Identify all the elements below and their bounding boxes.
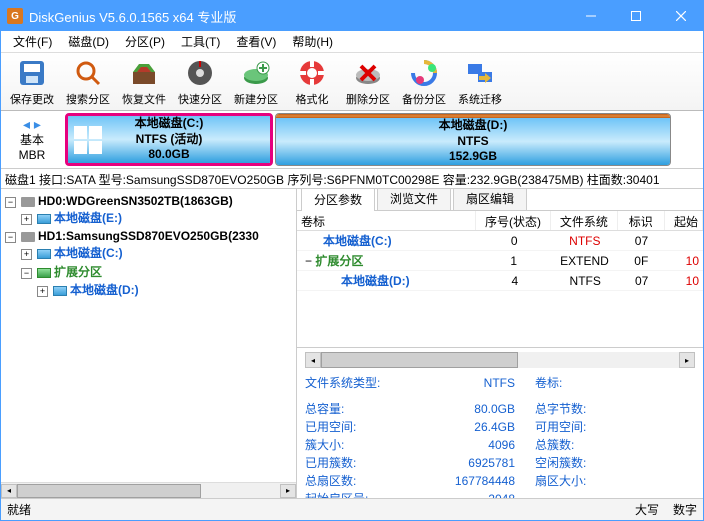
menubar: 文件(F) 磁盘(D) 分区(P) 工具(T) 查看(V) 帮助(H)	[1, 31, 703, 53]
partition-box[interactable]: 本地磁盘(D:)NTFS152.9GB	[275, 113, 671, 166]
disk-nav: ◂ ▸ 基本MBR	[1, 111, 63, 168]
collapse-icon[interactable]: −	[5, 197, 16, 208]
tree-hd0[interactable]: −HD0:WDGreenSN3502TB(1863GB) +本地磁盘(E:)	[5, 193, 294, 228]
close-button[interactable]	[658, 1, 703, 31]
fstype-value: NTFS	[405, 374, 515, 392]
app-logo-icon: G	[7, 8, 23, 24]
partition-strip: ◂ ▸ 基本MBR 本地磁盘(C:)NTFS (活动)80.0GB 本地磁盘(D:…	[1, 111, 703, 169]
disk-tree-pane[interactable]: −HD0:WDGreenSN3502TB(1863GB) +本地磁盘(E:) −…	[1, 189, 297, 498]
maximize-button[interactable]	[613, 1, 658, 31]
partition-text: 本地磁盘(D:)NTFS152.9GB	[439, 118, 508, 165]
expand-icon[interactable]: +	[21, 214, 32, 225]
tool-search[interactable]: 搜索分区	[61, 56, 115, 108]
tree-hd1-ext[interactable]: −扩展分区 +本地磁盘(D:)	[21, 262, 294, 300]
collapse-icon[interactable]: −	[305, 254, 312, 268]
window-title: DiskGenius V5.6.0.1565 x64 专业版	[29, 7, 568, 26]
vollabel-label: 卷标:	[535, 374, 605, 392]
statusbar: 就绪 大写 数字	[1, 498, 703, 520]
menu-file[interactable]: 文件(F)	[5, 31, 60, 52]
menu-tools[interactable]: 工具(T)	[173, 31, 228, 52]
collapse-icon[interactable]: −	[21, 268, 32, 279]
status-num: 数字	[673, 501, 697, 518]
menu-view[interactable]: 查看(V)	[228, 31, 284, 52]
partition-box[interactable]: 本地磁盘(C:)NTFS (活动)80.0GB	[65, 113, 273, 166]
right-pane: 分区参数 浏览文件 扇区编辑 卷标 序号(状态) 文件系统 标识 起始 本地磁盘…	[297, 189, 703, 498]
partition-text: 本地磁盘(C:)NTFS (活动)80.0GB	[135, 116, 204, 163]
menu-partition[interactable]: 分区(P)	[117, 31, 173, 52]
table-row[interactable]: 本地磁盘(C:)0NTFS07	[297, 231, 703, 251]
toolbar: 保存更改 搜索分区 恢复文件 快速分区 新建分区 格式化 删除分区 备份分区 系…	[1, 53, 703, 111]
expand-icon[interactable]: +	[21, 249, 32, 260]
tab-partition-params[interactable]: 分区参数	[301, 189, 375, 211]
tool-delete[interactable]: 删除分区	[341, 56, 395, 108]
col-fs[interactable]: 文件系统	[551, 211, 617, 230]
tab-browse-files[interactable]: 浏览文件	[377, 189, 451, 210]
tree-hscrollbar[interactable]: ◂▸	[1, 482, 296, 498]
tool-migrate[interactable]: 系统迁移	[453, 56, 507, 108]
grid-header: 卷标 序号(状态) 文件系统 标识 起始	[297, 211, 703, 231]
status-ready: 就绪	[7, 501, 31, 518]
col-start[interactable]: 起始	[665, 211, 703, 230]
tool-quickpart[interactable]: 快速分区	[173, 56, 227, 108]
table-row[interactable]: 本地磁盘(D:)4NTFS0710	[297, 271, 703, 291]
disk-type-label: 基本MBR	[19, 133, 46, 163]
collapse-icon[interactable]: −	[5, 232, 16, 243]
tool-format[interactable]: 格式化	[285, 56, 339, 108]
detail-hscrollbar[interactable]: ◂▸	[305, 352, 695, 368]
menu-help[interactable]: 帮助(H)	[284, 31, 341, 52]
titlebar: G DiskGenius V5.6.0.1565 x64 专业版	[1, 1, 703, 31]
menu-disk[interactable]: 磁盘(D)	[60, 31, 117, 52]
tree-hd1-c[interactable]: +本地磁盘(C:)	[21, 243, 294, 262]
windows-icon	[74, 126, 102, 154]
col-label[interactable]: 卷标	[297, 211, 476, 230]
detail-pane: ◂▸ 文件系统类型:NTFS卷标: 总容量:80.0GB总字节数:已用空间:26…	[297, 347, 703, 498]
tree-hd1-d[interactable]: +本地磁盘(D:)	[37, 280, 294, 299]
tool-newpart[interactable]: 新建分区	[229, 56, 283, 108]
disk-nav-arrows[interactable]: ◂ ▸	[23, 116, 41, 133]
extended-icon	[37, 268, 51, 278]
disk-icon	[21, 232, 35, 242]
partition-icon	[53, 286, 67, 296]
fstype-label: 文件系统类型:	[305, 374, 405, 392]
tool-recover[interactable]: 恢复文件	[117, 56, 171, 108]
tree-hd0-e[interactable]: +本地磁盘(E:)	[21, 208, 294, 227]
status-caps: 大写	[635, 501, 659, 518]
disk-info-line: 磁盘1 接口:SATA 型号:SamsungSSD870EVO250GB 序列号…	[1, 169, 703, 189]
tabbar: 分区参数 浏览文件 扇区编辑	[297, 189, 703, 211]
col-serial[interactable]: 序号(状态)	[476, 211, 552, 230]
table-row[interactable]: − 扩展分区1EXTEND0F10	[297, 251, 703, 271]
tab-sector-edit[interactable]: 扇区编辑	[453, 189, 527, 210]
tool-backup[interactable]: 备份分区	[397, 56, 451, 108]
minimize-button[interactable]	[568, 1, 613, 31]
col-flag[interactable]: 标识	[618, 211, 665, 230]
partition-icon	[37, 249, 51, 259]
disk-icon	[21, 197, 35, 207]
partition-icon	[37, 214, 51, 224]
tree-hd1[interactable]: −HD1:SamsungSSD870EVO250GB(2330 +本地磁盘(C:…	[5, 228, 294, 301]
tool-save[interactable]: 保存更改	[5, 56, 59, 108]
expand-icon[interactable]: +	[37, 286, 48, 297]
grid-body[interactable]: 本地磁盘(C:)0NTFS07− 扩展分区1EXTEND0F10 本地磁盘(D:…	[297, 231, 703, 347]
